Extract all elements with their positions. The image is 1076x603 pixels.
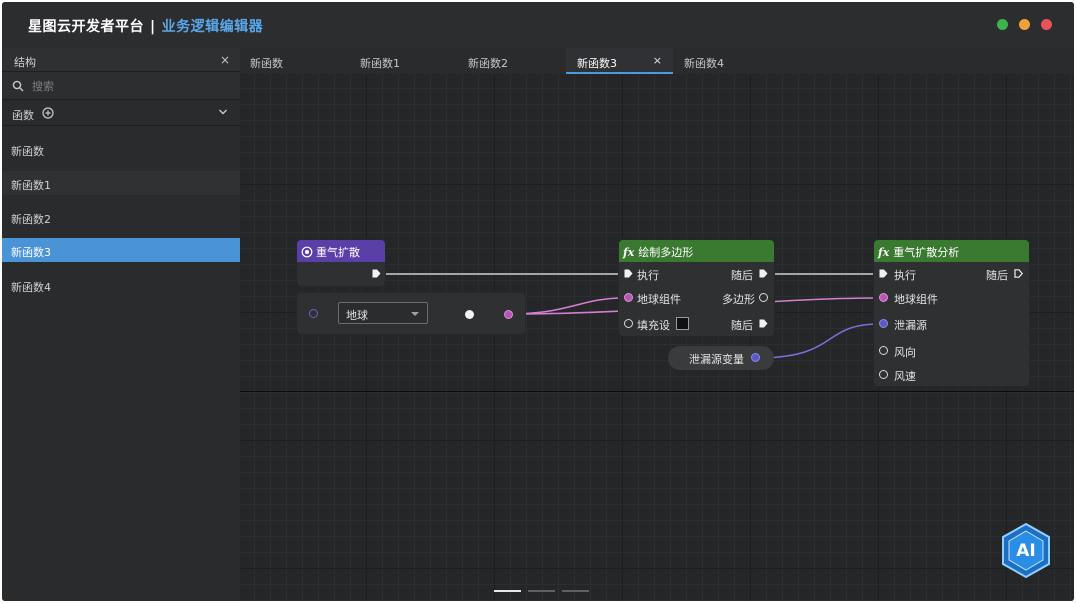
draw-polygon-node[interactable]: fx 绘制多边形 执行 随后 地球组件 多边形 填充设 随后 <box>619 240 774 336</box>
planet-input-pin[interactable] <box>879 293 888 302</box>
function-item[interactable]: 新函数2 <box>2 205 240 229</box>
event-icon <box>301 246 313 258</box>
sidebar-title: 结构 <box>14 56 36 69</box>
event-node[interactable]: 重气扩散 <box>297 240 385 286</box>
editor-tabs: 新函数 新函数1 新函数2 新函数3 × 新函数4 <box>240 48 1074 74</box>
draw-polygon-header: fx 绘制多边形 <box>619 240 774 262</box>
sidebar-search <box>2 72 240 100</box>
wind-speed-label: 风速 <box>894 370 916 383</box>
tab-label: 新函数4 <box>684 57 724 70</box>
page-indicator[interactable] <box>494 590 521 592</box>
page-indicator[interactable] <box>528 590 555 592</box>
function-item[interactable]: 新函数 <box>2 137 240 161</box>
exec-in-pin[interactable] <box>624 269 633 278</box>
title-bar: 星图云开发者平台 | 业务逻辑编辑器 <box>2 2 1074 48</box>
function-item[interactable]: 新函数1 <box>2 171 240 195</box>
tab-function-4[interactable]: 新函数4 <box>684 48 724 74</box>
wind-speed-input-pin[interactable] <box>879 370 888 379</box>
polygon-output-label: 多边形 <box>722 293 755 306</box>
leak-source-variable-node[interactable]: 泄漏源变量 <box>668 346 774 370</box>
leak-source-input-label: 泄漏源 <box>894 319 927 332</box>
exec-out-2-pin[interactable] <box>759 319 768 328</box>
planet-output-pin[interactable] <box>504 310 513 319</box>
exec-in-label: 执行 <box>637 269 659 282</box>
tab-label: 新函数3 <box>577 57 617 70</box>
wind-direction-label: 风向 <box>894 346 916 359</box>
analysis-node-header: fx 重气扩散分析 <box>874 240 1029 262</box>
planet-input-label: 地球组件 <box>637 293 681 306</box>
search-input[interactable] <box>32 78 222 94</box>
exec-out-pin[interactable] <box>1014 269 1023 278</box>
input-pin[interactable] <box>309 309 318 318</box>
planet-input-pin[interactable] <box>624 293 633 302</box>
function-icon: fx <box>878 246 890 259</box>
search-icon <box>12 80 24 92</box>
structure-sidebar: 结构 × 函数 新函数 新函数1 新函数2 新函数3 新函数4 <box>2 48 240 601</box>
ai-assistant-button[interactable]: AI <box>1000 522 1052 579</box>
function-icon: fx <box>623 246 635 259</box>
editor-subtitle: 业务逻辑编辑器 <box>161 19 264 35</box>
value-pin[interactable] <box>465 310 474 319</box>
blueprint-canvas[interactable]: 重气扩散 地球 fx 绘制多边形 执行 随后 地球组件 多边形 填充设 随后 泄… <box>240 74 1074 601</box>
sidebar-close-button[interactable]: × <box>220 53 230 67</box>
window-title: 星图云开发者平台 | 业务逻辑编辑器 <box>28 16 263 36</box>
wind-direction-input-pin[interactable] <box>879 346 888 355</box>
variable-label: 泄漏源变量 <box>689 353 744 366</box>
function-item[interactable]: 新函数4 <box>2 273 240 297</box>
dense-gas-analysis-node[interactable]: fx 重气扩散分析 执行 随后 地球组件 泄漏源 风向 风速 <box>874 240 1029 386</box>
variable-output-pin[interactable] <box>751 353 760 362</box>
tab-function-3[interactable]: 新函数3 × <box>566 48 673 74</box>
leak-source-input-pin[interactable] <box>879 319 888 328</box>
function-item-selected[interactable]: 新函数3 <box>2 238 240 262</box>
exec-out-pin[interactable] <box>372 269 381 278</box>
draw-polygon-title: 绘制多边形 <box>638 246 694 259</box>
planet-input-label: 地球组件 <box>894 293 938 306</box>
ai-badge-label: AI <box>1016 541 1035 561</box>
event-node-title: 重气扩散 <box>316 246 360 259</box>
source-wire <box>755 323 881 359</box>
polygon-output-pin[interactable] <box>759 293 768 302</box>
planet-dropdown-value: 地球 <box>346 309 368 322</box>
tab-function-1[interactable]: 新函数1 <box>360 48 400 74</box>
fill-input-pin[interactable] <box>624 319 633 328</box>
tab-function-2[interactable]: 新函数2 <box>468 48 508 74</box>
tab-label: 新函数1 <box>360 57 400 70</box>
exec-out-label: 随后 <box>986 269 1008 282</box>
exec-in-pin[interactable] <box>879 269 888 278</box>
editor-window: 星图云开发者平台 | 业务逻辑编辑器 结构 × 函数 <box>2 2 1074 601</box>
tab-label: 新函数 <box>250 57 283 70</box>
fill-color-swatch[interactable] <box>676 317 689 330</box>
exec-out-2-label: 随后 <box>731 319 753 332</box>
exec-out-pin[interactable] <box>759 269 768 278</box>
page-indicator[interactable] <box>562 590 589 592</box>
functions-section-header[interactable]: 函数 <box>2 100 240 126</box>
tab-label: 新函数2 <box>468 57 508 70</box>
exec-out-label: 随后 <box>731 269 753 282</box>
analysis-node-title: 重气扩散分析 <box>893 246 960 259</box>
exec-in-label: 执行 <box>894 269 916 282</box>
chevron-down-icon[interactable] <box>218 108 228 116</box>
planet-dropdown[interactable]: 地球 <box>338 302 428 324</box>
title-separator: | <box>150 19 156 35</box>
minimize-button[interactable] <box>1019 19 1030 30</box>
close-window-button[interactable] <box>1041 19 1052 30</box>
maximize-button[interactable] <box>997 19 1008 30</box>
sidebar-header: 结构 × <box>2 48 240 72</box>
functions-section-label: 函数 <box>12 109 34 122</box>
dropdown-caret-icon <box>411 312 419 316</box>
add-function-icon[interactable] <box>42 107 54 119</box>
fill-input-label: 填充设 <box>637 319 670 332</box>
tab-function[interactable]: 新函数 <box>250 48 283 74</box>
tab-close-button[interactable]: × <box>653 54 662 67</box>
event-node-header: 重气扩散 <box>297 240 385 262</box>
app-title: 星图云开发者平台 <box>28 19 144 35</box>
